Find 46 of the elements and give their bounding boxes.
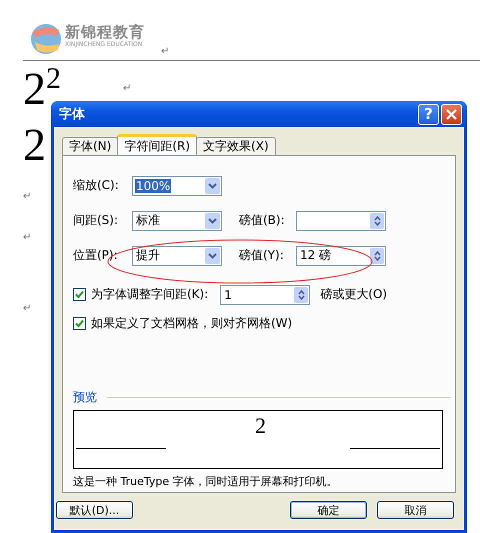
- paragraph-mark: ↵: [23, 191, 32, 202]
- spacing-points-field[interactable]: [296, 210, 386, 230]
- dialog-button[interactable]: 确定: [290, 501, 367, 519]
- group-label: 预览: [73, 389, 97, 406]
- paragraph-mark: ↵: [23, 303, 32, 314]
- spacing-dropdown[interactable]: 标准: [132, 210, 222, 230]
- scale-dropdown[interactable]: 100%: [132, 176, 222, 196]
- spinner-icon[interactable]: [294, 286, 308, 302]
- logo-name: 新锦程教育: [65, 24, 145, 41]
- window-title: 字体: [59, 106, 86, 123]
- spinner-icon[interactable]: [370, 248, 384, 264]
- kerning-field[interactable]: 1: [220, 284, 310, 304]
- close-button[interactable]: [441, 104, 462, 124]
- tab[interactable]: 文字效果(X): [196, 137, 276, 155]
- preview-text: 2: [255, 413, 266, 439]
- paragraph-mark: ↵: [161, 46, 170, 57]
- checkbox[interactable]: [73, 317, 86, 330]
- tab[interactable]: 字体(N): [62, 137, 118, 155]
- position-dropdown[interactable]: 提升: [132, 246, 222, 266]
- field-label: 缩放(C):: [73, 177, 120, 194]
- field-label: 间距(S):: [73, 212, 120, 229]
- dropdown-value: 100%: [135, 178, 172, 192]
- spinner-icon[interactable]: [370, 212, 384, 228]
- dialog-button[interactable]: 取消: [377, 501, 454, 519]
- tab[interactable]: 字符间距(R): [117, 134, 198, 155]
- logo-icon: [31, 22, 61, 56]
- checkbox[interactable]: [73, 288, 86, 301]
- paragraph-mark: ↵: [23, 232, 32, 243]
- close-icon: [446, 108, 457, 120]
- field-value: 1: [223, 288, 232, 302]
- field-label: 位置(P):: [73, 247, 119, 264]
- dialog-button[interactable]: 默认(D)...: [56, 501, 133, 519]
- font-description: 这是一种 TrueType 字体，同时适用于屏幕和打印机。: [73, 474, 339, 489]
- field-suffix: 磅或更大(O): [320, 286, 388, 303]
- dropdown-value: 提升: [135, 247, 160, 264]
- position-points-field[interactable]: 12 磅: [296, 246, 386, 266]
- checkbox-label: 如果定义了文档网格，则对齐网格(W): [91, 315, 292, 332]
- help-button[interactable]: ?: [418, 104, 439, 124]
- document-text: 2: [23, 121, 47, 169]
- document-text: 2$^{2}$: [23, 65, 61, 113]
- checkbox-label: 为字体调整字间距(K):: [91, 286, 208, 303]
- field-value: 12 磅: [299, 247, 332, 264]
- paragraph-mark: ↵: [123, 83, 132, 94]
- dropdown-value: 标准: [135, 212, 160, 229]
- field-label: 磅值(Y):: [239, 247, 285, 264]
- field-label: 磅值(B):: [239, 212, 286, 229]
